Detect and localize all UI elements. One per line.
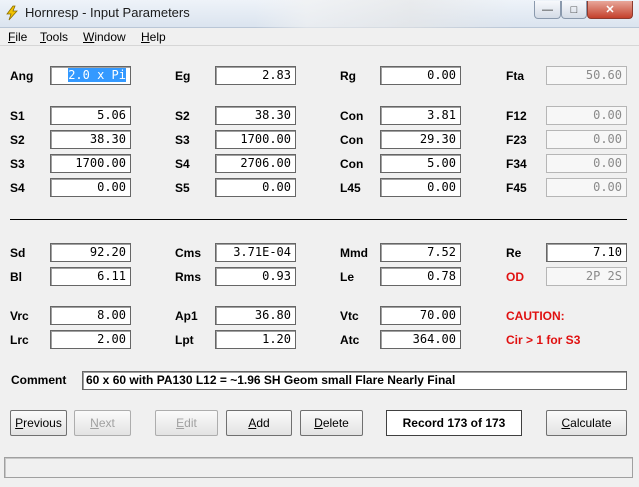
- menu-window[interactable]: Window: [83, 30, 126, 44]
- record-counter: Record 173 of 173: [386, 410, 522, 436]
- od-label: OD: [506, 270, 524, 284]
- ang-field[interactable]: 2.0 x Pi: [50, 66, 131, 85]
- con2-label: Con: [340, 133, 364, 147]
- s3b-label: S3: [10, 157, 25, 171]
- menu-tools[interactable]: Tools: [40, 30, 68, 44]
- menu-bar: File Tools Window Help: [0, 28, 639, 46]
- fta-label: Fta: [506, 69, 524, 83]
- eg-label: Eg: [175, 69, 191, 83]
- eg-field[interactable]: 2.83: [215, 66, 296, 85]
- s4-field[interactable]: 2706.00: [215, 154, 296, 173]
- lpt-field[interactable]: 1.20: [215, 330, 296, 349]
- l45-label: L45: [340, 181, 361, 195]
- s2-label: S2: [175, 109, 190, 123]
- input-parameters-panel: Ang 2.0 x Pi Eg 2.83 Rg 0.00 Fta 50.60 S…: [0, 46, 639, 487]
- close-icon: ✕: [605, 4, 615, 16]
- ang-label: Ang: [10, 69, 34, 83]
- sd-field[interactable]: 92.20: [50, 243, 131, 262]
- window-title: Hornresp - Input Parameters: [25, 5, 190, 20]
- f23-field[interactable]: 0.00: [546, 130, 627, 149]
- con1-label: Con: [340, 109, 364, 123]
- con3-field[interactable]: 5.00: [380, 154, 461, 173]
- f45-field[interactable]: 0.00: [546, 178, 627, 197]
- delete-button[interactable]: Delete: [300, 410, 363, 436]
- le-field[interactable]: 0.78: [380, 267, 461, 286]
- lpt-label: Lpt: [175, 333, 194, 347]
- f12-label: F12: [506, 109, 527, 123]
- f12-field[interactable]: 0.00: [546, 106, 627, 125]
- add-button[interactable]: Add: [226, 410, 292, 436]
- status-bar: [4, 457, 633, 478]
- con2-field[interactable]: 29.30: [380, 130, 461, 149]
- f34-field[interactable]: 0.00: [546, 154, 627, 173]
- cms-label: Cms: [175, 246, 202, 260]
- caution-message: Cir > 1 for S3: [506, 333, 581, 347]
- f34-label: F34: [506, 157, 527, 171]
- s3-label: S3: [175, 133, 190, 147]
- con3-label: Con: [340, 157, 364, 171]
- od-field[interactable]: 2P 2S: [546, 267, 627, 286]
- s1-label: S1: [10, 109, 25, 123]
- menu-help[interactable]: Help: [141, 30, 166, 44]
- s4b-label: S4: [10, 181, 25, 195]
- sd-label: Sd: [10, 246, 26, 260]
- maximize-button[interactable]: □: [561, 1, 587, 19]
- le-label: Le: [340, 270, 355, 284]
- mmd-label: Mmd: [340, 246, 368, 260]
- rms-label: Rms: [175, 270, 202, 284]
- caution-title: CAUTION:: [506, 309, 565, 323]
- comment-field[interactable]: 60 x 60 with PA130 L12 = ~1.96 SH Geom s…: [82, 371, 627, 390]
- s2-field[interactable]: 38.30: [215, 106, 296, 125]
- lrc-label: Lrc: [10, 333, 29, 347]
- s4-label: S4: [175, 157, 190, 171]
- s5-label: S5: [175, 181, 190, 195]
- f45-label: F45: [506, 181, 527, 195]
- section-divider: [10, 219, 627, 220]
- minimize-icon: —: [542, 3, 553, 16]
- l45-field[interactable]: 0.00: [380, 178, 461, 197]
- close-button[interactable]: ✕: [587, 1, 633, 19]
- vrc-field[interactable]: 8.00: [50, 306, 131, 325]
- menu-file[interactable]: File: [8, 30, 27, 44]
- mmd-field[interactable]: 7.52: [380, 243, 461, 262]
- vtc-field[interactable]: 70.00: [380, 306, 461, 325]
- minimize-button[interactable]: —: [534, 1, 561, 19]
- con1-field[interactable]: 3.81: [380, 106, 461, 125]
- s5-field[interactable]: 0.00: [215, 178, 296, 197]
- re-field[interactable]: 7.10: [546, 243, 627, 262]
- cms-field[interactable]: 3.71E-04: [215, 243, 296, 262]
- bl-field[interactable]: 6.11: [50, 267, 131, 286]
- rms-field[interactable]: 0.93: [215, 267, 296, 286]
- lrc-field[interactable]: 2.00: [50, 330, 131, 349]
- s2b-label: S2: [10, 133, 25, 147]
- atc-label: Atc: [340, 333, 360, 347]
- fta-field[interactable]: 50.60: [546, 66, 627, 85]
- atc-field[interactable]: 364.00: [380, 330, 461, 349]
- s1-field[interactable]: 5.06: [50, 106, 131, 125]
- calculate-button[interactable]: Calculate: [546, 410, 627, 436]
- edit-button[interactable]: Edit: [155, 410, 218, 436]
- title-bar-background: [255, 0, 515, 28]
- next-button[interactable]: Next: [74, 410, 131, 436]
- s3b-field[interactable]: 1700.00: [50, 154, 131, 173]
- s4b-field[interactable]: 0.00: [50, 178, 131, 197]
- comment-label: Comment: [11, 373, 67, 387]
- ap1-field[interactable]: 36.80: [215, 306, 296, 325]
- vrc-label: Vrc: [10, 309, 29, 323]
- ap1-label: Ap1: [175, 309, 198, 323]
- s3-field[interactable]: 1700.00: [215, 130, 296, 149]
- lightning-bolt-icon: [6, 5, 18, 21]
- s2b-field[interactable]: 38.30: [50, 130, 131, 149]
- previous-button[interactable]: Previous: [10, 410, 67, 436]
- vtc-label: Vtc: [340, 309, 359, 323]
- f23-label: F23: [506, 133, 527, 147]
- rg-field[interactable]: 0.00: [380, 66, 461, 85]
- title-bar[interactable]: Hornresp - Input Parameters — □ ✕: [0, 0, 639, 28]
- re-label: Re: [506, 246, 522, 260]
- bl-label: Bl: [10, 270, 22, 284]
- rg-label: Rg: [340, 69, 356, 83]
- maximize-icon: □: [570, 3, 578, 16]
